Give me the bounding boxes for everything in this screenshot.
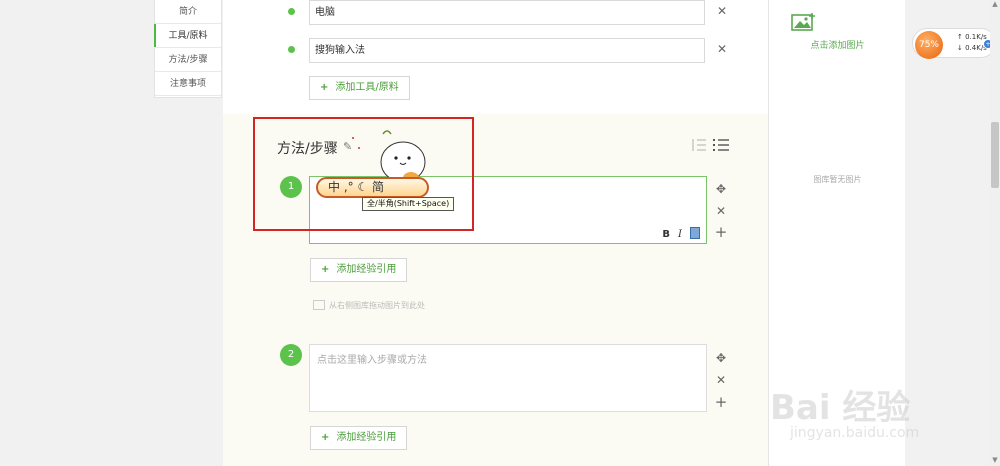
net-percent: 75% bbox=[915, 31, 943, 59]
step-placeholder: 点击这里输入步骤或方法 bbox=[317, 355, 427, 366]
insert-image-icon[interactable] bbox=[690, 227, 700, 239]
bullet-dot bbox=[288, 8, 295, 15]
move-icon[interactable]: ✥ bbox=[714, 351, 728, 365]
editor-panel: 电脑 ✕ 搜狗输入法 ✕ + 添加工具/原料 方法/步骤 ✎ 1 B I ✥ ✕… bbox=[223, 0, 768, 466]
bold-button[interactable]: B bbox=[662, 229, 670, 240]
nav-item-steps[interactable]: 方法/步骤 bbox=[155, 48, 221, 72]
scroll-down-icon[interactable]: ▼ bbox=[990, 456, 1000, 466]
highlight-box bbox=[253, 117, 474, 231]
net-up: ↑ 0.1K/s bbox=[957, 33, 987, 41]
scrollbar[interactable]: ▲ ▼ bbox=[990, 0, 1000, 466]
drag-hint-text: 从右侧图库拖动图片到此处 bbox=[329, 301, 425, 310]
nav-item-tools[interactable]: 工具/原料 bbox=[154, 24, 221, 48]
tool-input[interactable]: 搜狗输入法 bbox=[309, 38, 705, 63]
plus-icon: + bbox=[321, 264, 330, 275]
add-quote-button[interactable]: + 添加经验引用 bbox=[310, 258, 408, 282]
ordered-list-icon[interactable] bbox=[692, 138, 706, 152]
add-picture-label: 点击添加图片 bbox=[810, 41, 865, 51]
down-arrow-icon: ↓ bbox=[957, 44, 966, 52]
add-quote-label: 添加经验引用 bbox=[336, 264, 397, 275]
tool-input[interactable]: 电脑 bbox=[309, 0, 705, 25]
tool-row: 电脑 ✕ bbox=[223, 0, 768, 26]
drag-hint: 从右侧图库拖动图片到此处 bbox=[313, 300, 425, 311]
add-icon[interactable]: + bbox=[714, 225, 728, 240]
up-arrow-icon: ↑ bbox=[957, 33, 966, 41]
net-speed-widget[interactable]: 75% ↑ 0.1K/s ↓ 0.4K/s + bbox=[912, 28, 996, 59]
italic-button[interactable]: I bbox=[678, 229, 682, 240]
gallery-empty-text: 图库暂无图片 bbox=[813, 175, 862, 184]
close-icon[interactable]: ✕ bbox=[714, 204, 728, 218]
scroll-thumb[interactable] bbox=[991, 122, 999, 188]
tool-row: 搜狗输入法 ✕ bbox=[223, 38, 768, 64]
tools-section: 电脑 ✕ 搜狗输入法 ✕ + 添加工具/原料 bbox=[223, 0, 768, 114]
nav-item-notes[interactable]: 注意事项 bbox=[155, 72, 221, 96]
add-quote-label: 添加经验引用 bbox=[336, 432, 397, 443]
bullet-dot bbox=[288, 46, 295, 53]
watermark-url: jingyan.baidu.com bbox=[790, 425, 920, 441]
close-icon[interactable]: ✕ bbox=[715, 4, 729, 18]
watermark-logo: Bai 经验 bbox=[770, 388, 911, 428]
picture-icon bbox=[313, 300, 325, 310]
step-number: 2 bbox=[280, 344, 302, 366]
close-icon[interactable]: ✕ bbox=[714, 373, 728, 387]
add-tool-label: 添加工具/原料 bbox=[335, 82, 399, 93]
scroll-up-icon[interactable]: ▲ bbox=[990, 0, 1000, 10]
close-icon[interactable]: ✕ bbox=[715, 42, 729, 56]
add-picture-button[interactable]: 点击添加图片 bbox=[769, 0, 906, 60]
plus-icon: + bbox=[321, 432, 330, 443]
add-picture-icon bbox=[791, 13, 815, 31]
left-nav: 简介 工具/原料 方法/步骤 注意事项 bbox=[154, 0, 222, 98]
add-icon[interactable]: + bbox=[714, 395, 728, 410]
step-editor[interactable]: 点击这里输入步骤或方法 bbox=[309, 344, 707, 412]
watermark: Bai 经验 jingyan.baidu.com bbox=[770, 380, 970, 450]
add-tool-button[interactable]: + 添加工具/原料 bbox=[309, 76, 410, 100]
plus-icon: + bbox=[320, 82, 329, 93]
move-icon[interactable]: ✥ bbox=[714, 182, 728, 196]
format-toolbar: BI bbox=[654, 227, 700, 240]
nav-item-intro[interactable]: 简介 bbox=[155, 0, 221, 24]
unordered-list-icon[interactable] bbox=[713, 138, 729, 152]
add-quote-button[interactable]: + 添加经验引用 bbox=[310, 426, 408, 450]
